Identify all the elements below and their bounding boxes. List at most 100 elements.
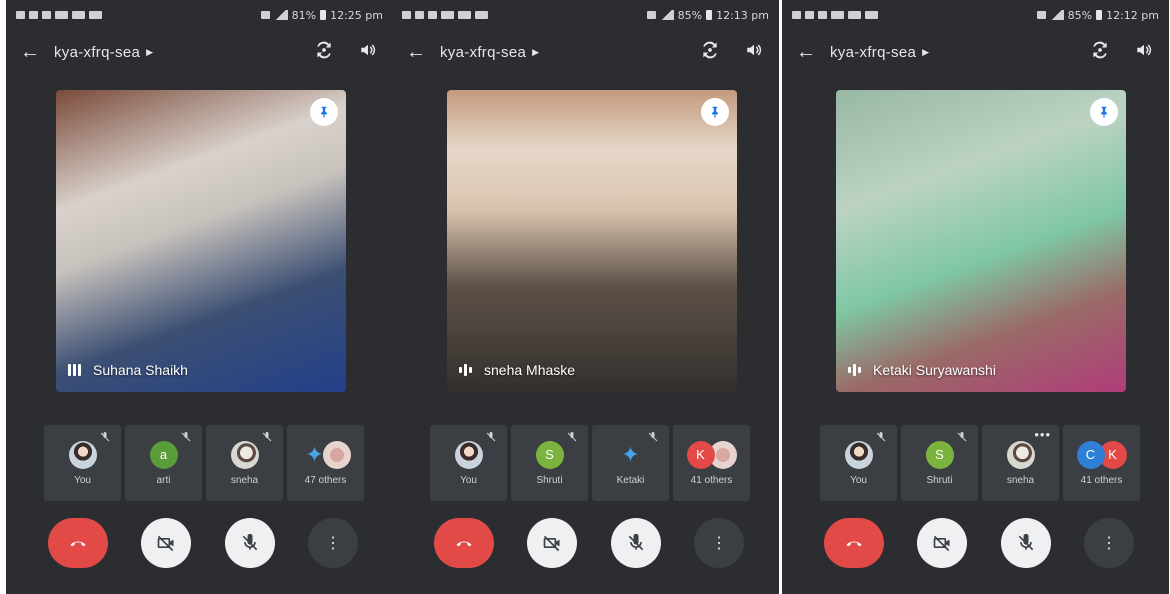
avatar xyxy=(844,440,873,469)
participant-name: arti xyxy=(156,474,171,486)
more-vertical-icon[interactable]: ⋮ xyxy=(693,518,744,568)
participant-name: sneha xyxy=(1006,474,1035,486)
pin-icon[interactable] xyxy=(701,98,729,126)
avatar xyxy=(68,440,97,469)
participant-tile[interactable]: S Shruti xyxy=(511,425,588,501)
phone-hangup-icon[interactable] xyxy=(434,518,494,568)
main-speaker-video[interactable]: Ketaki Suryawanshi xyxy=(836,90,1126,392)
participant-tile-others[interactable]: K 41 others xyxy=(673,425,750,501)
mic-off-icon xyxy=(486,432,496,442)
participant-tile[interactable]: a arti xyxy=(125,425,202,501)
meeting-top-bar: ← kya-xfrq-sea ▶ xyxy=(782,30,1169,74)
participant-strip: You S Shruti ••• sneha C K 41 others xyxy=(820,425,1140,501)
camera-off-icon[interactable] xyxy=(141,518,192,568)
meeting-top-bar: ← kya-xfrq-sea ▶ xyxy=(6,30,393,74)
clock: 12:25 pm xyxy=(330,8,383,22)
participant-name: You xyxy=(850,474,867,486)
battery-icon xyxy=(706,10,713,20)
caret-right-icon: ▶ xyxy=(532,46,540,57)
participant-tile[interactable]: sneha xyxy=(206,425,283,501)
camera-off-icon[interactable] xyxy=(917,518,968,568)
signal-icon xyxy=(273,10,288,20)
mic-off-icon xyxy=(957,432,967,442)
arrow-left-icon[interactable]: ← xyxy=(406,41,440,64)
speaker-name-overlay: Suhana Shaikh xyxy=(68,362,188,378)
avatar xyxy=(230,440,259,469)
more-vertical-icon[interactable]: ⋮ xyxy=(1083,518,1134,568)
battery-icon xyxy=(320,10,327,20)
participant-name: 41 others xyxy=(1080,474,1123,486)
status-system-icons: 85% 12:13 pm xyxy=(646,8,769,22)
signal-icon xyxy=(1049,10,1064,20)
call-controls: ⋮ xyxy=(824,518,1134,568)
switch-camera-icon[interactable] xyxy=(699,40,721,65)
participant-tile-others[interactable]: ✦ 47 others xyxy=(287,425,364,501)
participant-name: 47 others xyxy=(304,474,347,486)
signal-icon xyxy=(659,10,674,20)
status-bar: 81% 12:25 pm xyxy=(6,0,393,30)
participant-tile[interactable]: You xyxy=(44,425,121,501)
audio-level-icon xyxy=(68,364,81,376)
arrow-left-icon[interactable]: ← xyxy=(796,41,830,64)
participant-name: Shruti xyxy=(926,474,953,486)
mic-off-icon xyxy=(876,432,886,442)
avatar-initial: S xyxy=(935,447,944,462)
participant-tile-others[interactable]: C K 41 others xyxy=(1063,425,1140,501)
battery-percent: 81% xyxy=(291,8,317,22)
avatar-initial: a xyxy=(159,447,168,462)
meeting-code-button[interactable]: kya-xfrq-sea ▶ xyxy=(54,44,153,61)
participant-tile[interactable]: S Shruti xyxy=(901,425,978,501)
phone-screen-1: 81% 12:25 pm ← kya-xfrq-sea ▶ Suhana Shai… xyxy=(6,0,393,594)
phone-hangup-icon[interactable] xyxy=(48,518,108,568)
more-vertical-icon[interactable]: ⋮ xyxy=(307,518,358,568)
participant-name: 41 others xyxy=(690,474,733,486)
participant-tile[interactable]: ✦ Ketaki xyxy=(592,425,669,501)
mic-off-icon[interactable] xyxy=(1000,518,1051,568)
mic-off-icon[interactable] xyxy=(610,518,661,568)
speaker-name: Ketaki Suryawanshi xyxy=(873,362,996,378)
main-speaker-video[interactable]: Suhana Shaikh xyxy=(56,90,346,392)
call-controls: ⋮ xyxy=(434,518,744,568)
battery-percent: 85% xyxy=(677,8,703,22)
avatar-initial: S xyxy=(545,447,554,462)
participant-name: Ketaki xyxy=(616,474,645,486)
camera-off-icon[interactable] xyxy=(527,518,578,568)
participant-tile[interactable]: You xyxy=(820,425,897,501)
participant-tile[interactable]: You xyxy=(430,425,507,501)
meeting-code-button[interactable]: kya-xfrq-sea ▶ xyxy=(440,44,539,61)
mic-off-icon xyxy=(567,432,577,442)
phone-hangup-icon[interactable] xyxy=(824,518,884,568)
pin-icon[interactable] xyxy=(1090,98,1118,126)
caret-right-icon: ▶ xyxy=(146,46,154,57)
meeting-code-button[interactable]: kya-xfrq-sea ▶ xyxy=(830,44,929,61)
participant-tile[interactable]: ••• sneha xyxy=(982,425,1059,501)
participant-name: You xyxy=(460,474,477,486)
main-speaker-video[interactable]: sneha Mhaske xyxy=(447,90,737,392)
audio-level-icon xyxy=(848,364,861,376)
more-horizontal-icon[interactable]: ••• xyxy=(1034,427,1051,442)
phone-screen-3: 85% 12:12 pm ← kya-xfrq-sea ▶ Ketaki Sury… xyxy=(782,0,1169,594)
call-controls: ⋮ xyxy=(48,518,358,568)
volume-icon[interactable] xyxy=(743,41,765,64)
mic-off-icon xyxy=(100,432,110,442)
meeting-code-label: kya-xfrq-sea xyxy=(54,43,141,61)
status-system-icons: 81% 12:25 pm xyxy=(260,8,383,22)
clock: 12:13 pm xyxy=(716,8,769,22)
mic-off-icon[interactable] xyxy=(224,518,275,568)
person-glyph-icon: ✦ xyxy=(621,441,640,467)
mic-off-icon xyxy=(648,432,658,442)
participant-name: sneha xyxy=(230,474,259,486)
switch-camera-icon[interactable] xyxy=(1089,40,1111,65)
meeting-top-bar: ← kya-xfrq-sea ▶ xyxy=(392,30,779,74)
arrow-left-icon[interactable]: ← xyxy=(20,41,54,64)
switch-camera-icon[interactable] xyxy=(313,40,335,65)
participant-name: You xyxy=(74,474,91,486)
pin-icon[interactable] xyxy=(310,98,338,126)
avatar-group: ✦ xyxy=(301,440,351,469)
clock: 12:12 pm xyxy=(1106,8,1159,22)
mic-off-icon xyxy=(181,432,191,442)
volume-icon[interactable] xyxy=(1133,41,1155,64)
status-bar: 85% 12:13 pm xyxy=(392,0,779,30)
volume-icon[interactable] xyxy=(357,41,379,64)
speaker-name: sneha Mhaske xyxy=(484,362,576,378)
